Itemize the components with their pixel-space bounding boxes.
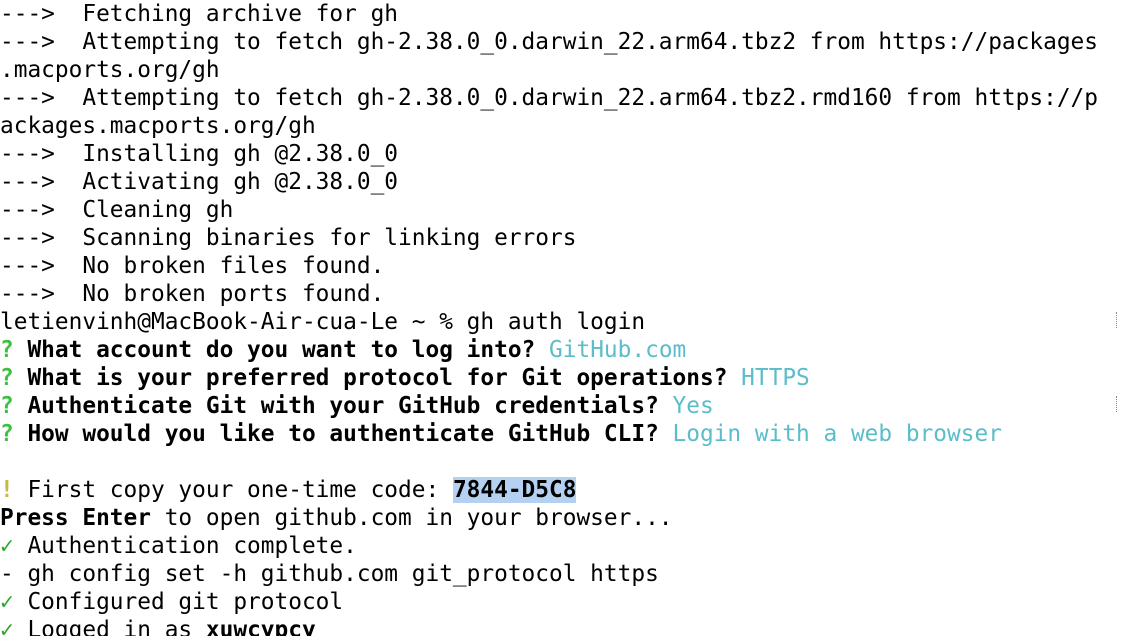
otp-line: ! First copy your one-time code: 7844-D5… bbox=[0, 476, 1122, 504]
log-line: .macports.org/gh bbox=[0, 56, 1122, 84]
checkmark-icon: ✓ bbox=[0, 617, 14, 636]
qa-line: ? What account do you want to log into? … bbox=[0, 336, 1122, 364]
log-prefix: ---> bbox=[0, 281, 55, 307]
result-text: Authentication complete. bbox=[13, 533, 357, 559]
scroll-marker bbox=[1116, 396, 1119, 412]
prompt-command: letienvinh@MacBook-Air-cua-Le ~ % gh aut… bbox=[0, 309, 646, 335]
log-line: ---> Activating gh @2.38.0_0 bbox=[0, 168, 1122, 196]
log-text: No broken ports found. bbox=[54, 281, 385, 307]
log-text: Activating gh @2.38.0_0 bbox=[54, 169, 399, 195]
dash-icon: - bbox=[0, 561, 14, 587]
log-text: Cleaning gh bbox=[54, 197, 234, 223]
log-prefix: ---> bbox=[0, 225, 55, 251]
log-prefix: ---> bbox=[0, 253, 55, 279]
question-mark-icon: ? bbox=[0, 421, 14, 447]
log-line: ---> Attempting to fetch gh-2.38.0_0.dar… bbox=[0, 28, 1122, 56]
log-line: ---> No broken ports found. bbox=[0, 280, 1122, 308]
log-text: Attempting to fetch gh-2.38.0_0.darwin_2… bbox=[54, 85, 1098, 111]
question-mark-icon: ? bbox=[0, 393, 14, 419]
question-text: How would you like to authenticate GitHu… bbox=[13, 421, 673, 447]
log-text: Fetching archive for gh bbox=[54, 1, 399, 27]
result-text: Configured git protocol bbox=[13, 589, 344, 615]
qa-line: ? How would you like to authenticate Git… bbox=[0, 420, 1122, 448]
log-line: ---> Cleaning gh bbox=[0, 196, 1122, 224]
qa-line: ? Authenticate Git with your GitHub cred… bbox=[0, 392, 1122, 420]
log-prefix: ---> bbox=[0, 197, 55, 223]
checkmark-icon: ✓ bbox=[0, 589, 14, 615]
result-text: gh config set -h github.com git_protocol… bbox=[13, 561, 659, 587]
one-time-code[interactable]: 7844-D5C8 bbox=[452, 477, 577, 503]
scroll-marker bbox=[1116, 312, 1119, 328]
log-prefix: ---> bbox=[0, 1, 55, 27]
otp-label: First copy your one-time code: bbox=[13, 477, 453, 503]
press-enter-label: Press Enter bbox=[0, 505, 151, 531]
log-prefix: ---> bbox=[0, 169, 55, 195]
press-enter-rest: to open github.com in your browser... bbox=[150, 505, 673, 531]
log-line: ---> Scanning binaries for linking error… bbox=[0, 224, 1122, 252]
log-prefix: ---> bbox=[0, 141, 55, 167]
log-line: ---> No broken files found. bbox=[0, 252, 1122, 280]
log-prefix: ---> bbox=[0, 29, 55, 55]
qa-line: ? What is your preferred protocol for Gi… bbox=[0, 364, 1122, 392]
checkmark-icon: ✓ bbox=[0, 533, 14, 559]
result-line: ✓ Authentication complete. bbox=[0, 532, 1122, 560]
logged-in-line: ✓ Logged in as xuwcypcy bbox=[0, 616, 1122, 636]
shell-prompt: letienvinh@MacBook-Air-cua-Le ~ % gh aut… bbox=[0, 308, 1122, 336]
exclamation-icon: ! bbox=[0, 477, 14, 503]
log-line: ackages.macports.org/gh bbox=[0, 112, 1122, 140]
log-line: ---> Fetching archive for gh bbox=[0, 0, 1122, 28]
question-text: What account do you want to log into? bbox=[13, 337, 550, 363]
result-line: - gh config set -h github.com git_protoc… bbox=[0, 560, 1122, 588]
log-text: Attempting to fetch gh-2.38.0_0.darwin_2… bbox=[54, 29, 1098, 55]
result-line: ✓ Configured git protocol bbox=[0, 588, 1122, 616]
log-text: Installing gh @2.38.0_0 bbox=[54, 141, 399, 167]
answer-text: Yes bbox=[672, 393, 714, 419]
log-prefix: ---> bbox=[0, 85, 55, 111]
press-enter-line: Press Enter to open github.com in your b… bbox=[0, 504, 1122, 532]
answer-text: GitHub.com bbox=[549, 337, 687, 363]
question-mark-icon: ? bbox=[0, 337, 14, 363]
question-mark-icon: ? bbox=[0, 365, 14, 391]
log-line: ---> Installing gh @2.38.0_0 bbox=[0, 140, 1122, 168]
question-text: Authenticate Git with your GitHub creden… bbox=[13, 393, 673, 419]
answer-text: HTTPS bbox=[741, 365, 810, 391]
log-text: No broken files found. bbox=[54, 253, 385, 279]
terminal-window[interactable]: ---> Fetching archive for gh ---> Attemp… bbox=[0, 0, 1122, 636]
answer-text: Login with a web browser bbox=[672, 421, 1002, 447]
logged-in-text: Logged in as bbox=[13, 617, 206, 636]
log-line: ---> Attempting to fetch gh-2.38.0_0.dar… bbox=[0, 84, 1122, 112]
log-text: Scanning binaries for linking errors bbox=[54, 225, 577, 251]
question-text: What is your preferred protocol for Git … bbox=[13, 365, 742, 391]
log-text: .macports.org/gh bbox=[0, 57, 220, 83]
username: xuwcypcy bbox=[205, 617, 316, 636]
log-text: ackages.macports.org/gh bbox=[0, 113, 316, 139]
